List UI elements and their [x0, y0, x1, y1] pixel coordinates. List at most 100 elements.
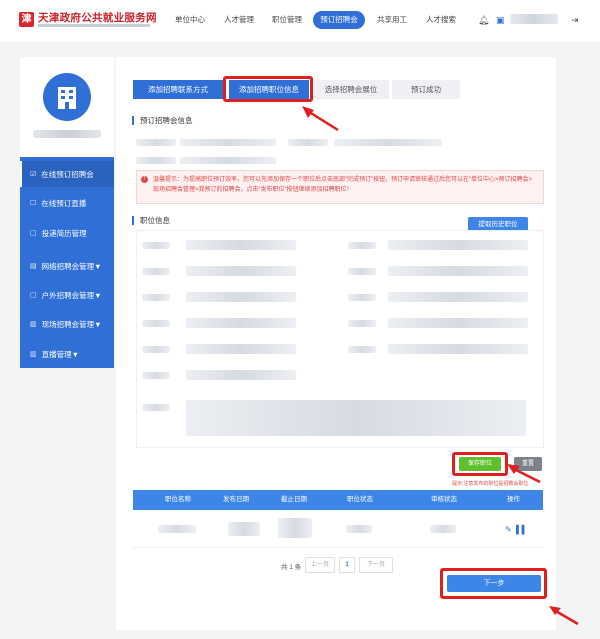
cell-blurred: [158, 525, 196, 533]
blurred-text: [136, 157, 176, 164]
nav-talent-management[interactable]: 人才管理: [224, 14, 254, 25]
pagination-prev-button[interactable]: 上一页: [305, 557, 335, 573]
grid-icon: ▤: [30, 263, 37, 270]
form-label-blurred: [348, 294, 376, 301]
building-icon: [58, 87, 76, 109]
building-small-icon: ▥: [30, 351, 37, 358]
position-table-header: 职位名称 发布日期 截止日期 职位状态 审核状态 操作: [133, 490, 543, 510]
form-field-blurred[interactable]: [186, 344, 296, 354]
site-logo-icon[interactable]: 津: [19, 12, 34, 27]
form-label-blurred: [142, 346, 170, 353]
checkbox-icon: ☑: [30, 171, 37, 178]
sidebar-item-label: 网络招聘会管理▼: [41, 261, 102, 271]
step-add-contact[interactable]: 添加招聘联系方式: [133, 80, 223, 99]
blurred-text: [136, 139, 176, 146]
box-icon: ▢: [30, 292, 37, 299]
calendar-icon: ☐: [30, 200, 37, 207]
form-field-blurred[interactable]: [388, 292, 528, 302]
form-field-blurred[interactable]: [388, 240, 528, 250]
notice-banner: 温馨提示：为提高职位预订效率，您可以先添加保存一个职位后点击底部“完成预订”按钮…: [136, 170, 544, 204]
column-header: 发布日期: [223, 496, 249, 503]
form-field-blurred[interactable]: [388, 318, 528, 328]
briefcase-icon: ▢: [30, 230, 37, 237]
bell-icon[interactable]: 🔔︎: [478, 15, 489, 26]
form-field-blurred[interactable]: [186, 240, 296, 250]
sidebar-item-book-job-fair[interactable]: ☑ 在线预订招聘会: [20, 161, 114, 187]
form-label-blurred: [348, 320, 376, 327]
form-field-blurred[interactable]: [388, 266, 528, 276]
form-label-blurred: [348, 346, 376, 353]
form-label-blurred: [142, 372, 170, 379]
pagination-current-page[interactable]: 1: [339, 557, 355, 573]
sidebar-item-resume-management[interactable]: ▢ 投递简历管理: [20, 220, 114, 246]
sidebar-item-book-live[interactable]: ☐ 在线预订直播: [20, 190, 114, 216]
sidebar-item-label: 现场招聘会管理▼: [41, 319, 102, 329]
cell-blurred: [228, 522, 260, 536]
sidebar-menu: ☑ 在线预订招聘会 ☐ 在线预订直播 ▢ 投递简历管理 ▤ 网络招聘会管理▼ ▢…: [20, 157, 114, 368]
site-subtitle-blurred: [38, 24, 150, 27]
nav-position-management[interactable]: 职位管理: [272, 14, 302, 25]
logout-icon[interactable]: ⇥: [571, 15, 579, 26]
company-name-blurred: [33, 130, 101, 138]
blurred-text: [288, 139, 328, 146]
warning-icon: !: [141, 176, 148, 183]
sidebar-item-label: 投递简历管理: [41, 228, 87, 238]
nav-shared-employment[interactable]: 共享用工: [377, 14, 407, 25]
form-field-blurred[interactable]: [186, 318, 296, 328]
cell-blurred: [346, 525, 372, 533]
company-avatar: [43, 73, 91, 121]
pause-icon[interactable]: ▌▌: [516, 525, 527, 534]
description-textarea-blurred[interactable]: [186, 400, 526, 436]
sidebar-item-label: 在线预订直播: [41, 198, 87, 208]
pagination-total: 共 1 条: [281, 564, 302, 571]
top-bar: 津 天津政府公共就业服务网 单位中心 人才管理 职位管理 预订招聘会 共享用工 …: [0, 0, 600, 42]
column-header: 职位状态: [347, 496, 373, 503]
arrow-pointer-icon: [302, 106, 339, 132]
form-label-blurred: [142, 320, 170, 327]
form-label-blurred: [142, 268, 170, 275]
nav-talent-search[interactable]: 人才搜索: [426, 14, 456, 25]
column-header: 职位名称: [165, 496, 191, 503]
arrow-pointer-icon: [549, 606, 579, 626]
building-small-icon: ▥: [30, 321, 37, 328]
step-booking-success: 预订成功: [392, 80, 460, 99]
user-name-blurred[interactable]: [510, 14, 558, 24]
form-label-blurred: [348, 268, 376, 275]
pagination-next-button[interactable]: 下一页: [359, 557, 393, 573]
column-header: 截止日期: [281, 496, 307, 503]
sidebar-item-online-fair[interactable]: ▤ 网络招聘会管理▼: [20, 253, 114, 279]
column-header: 操作: [507, 496, 520, 503]
section-title-position-info: 职位信息: [132, 216, 170, 225]
nav-book-job-fair[interactable]: 预订招聘会: [313, 11, 365, 29]
arrow-pointer-icon: [507, 464, 541, 484]
highlight-box-current-step: [223, 76, 313, 102]
form-label-blurred: [142, 294, 170, 301]
form-field-blurred[interactable]: [388, 344, 528, 354]
sidebar-item-label: 户外招聘会管理▼: [41, 290, 102, 300]
form-field-blurred[interactable]: [186, 292, 296, 302]
column-header: 审核状态: [431, 496, 457, 503]
building-icon: ▣: [496, 15, 505, 25]
highlight-box-save: [452, 452, 508, 476]
sidebar-item-onsite-fair[interactable]: ▥ 现场招聘会管理▼: [20, 311, 114, 337]
sidebar-item-label: 在线预订招聘会: [41, 169, 94, 179]
form-field-blurred[interactable]: [186, 266, 296, 276]
blurred-text: [334, 139, 442, 146]
highlight-box-next: [440, 568, 547, 599]
sidebar-item-live-management[interactable]: ▥ 直播管理▼: [20, 341, 114, 367]
site-title[interactable]: 天津政府公共就业服务网: [38, 10, 157, 25]
sidebar-item-outdoor-fair[interactable]: ▢ 户外招聘会管理▼: [20, 282, 114, 308]
form-label-blurred: [142, 404, 170, 411]
cell-blurred: [430, 525, 456, 533]
cell-blurred: [278, 518, 312, 538]
nav-unit-center[interactable]: 单位中心: [175, 14, 205, 25]
form-label-blurred: [348, 242, 376, 249]
step-select-booth: 选择招聘会展位: [313, 80, 389, 99]
form-field-blurred[interactable]: [186, 370, 296, 380]
section-title-booking-info: 预订招聘会信息: [132, 116, 193, 125]
sidebar-item-label: 直播管理▼: [41, 349, 80, 359]
blurred-text: [180, 157, 276, 164]
edit-icon[interactable]: ✎: [505, 525, 512, 534]
form-label-blurred: [142, 242, 170, 249]
blurred-text: [180, 139, 276, 146]
